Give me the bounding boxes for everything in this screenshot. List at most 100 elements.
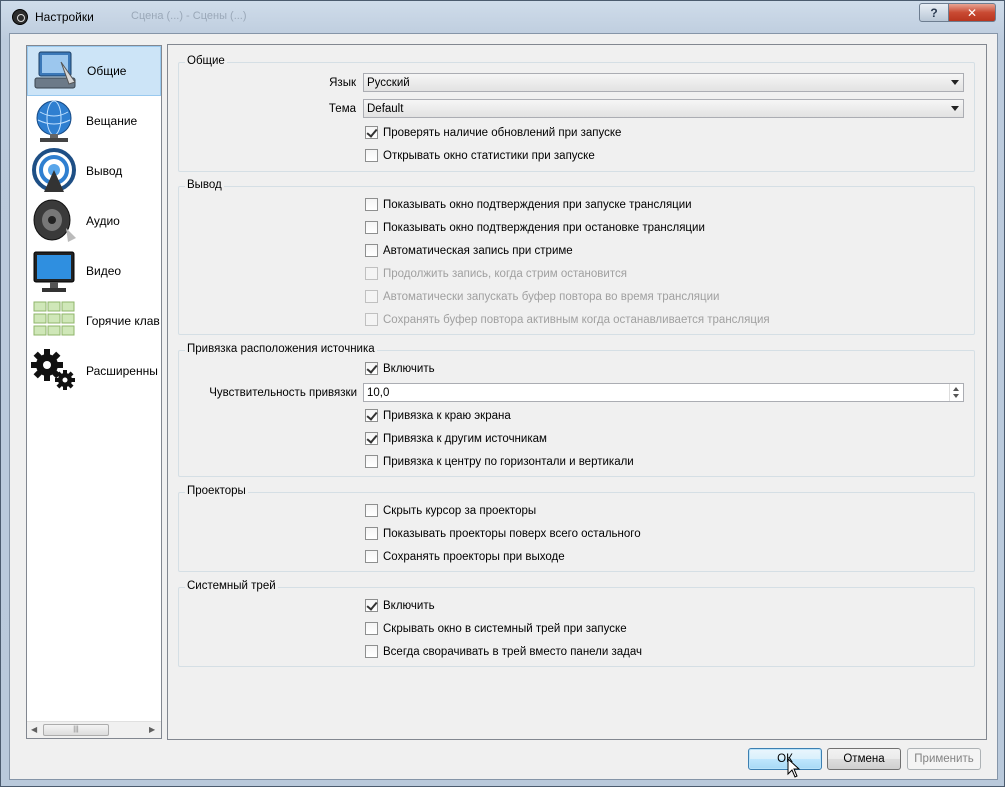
checkbox-box <box>365 267 378 280</box>
checkbox-box[interactable] <box>365 455 378 468</box>
sidebar-item-audio[interactable]: Аудио <box>27 196 161 246</box>
checkbox-box[interactable] <box>365 622 378 635</box>
output-keep-recording-checkbox: Продолжить запись, когда стрим остановит… <box>365 267 627 280</box>
checkbox-label: Привязка к другим источникам <box>383 432 547 445</box>
checkbox-box[interactable] <box>365 527 378 540</box>
checkbox-box[interactable] <box>365 432 378 445</box>
group-title: Системный трей <box>185 580 278 592</box>
language-dropdown[interactable]: Русский <box>363 73 964 92</box>
help-button[interactable]: ? <box>919 3 949 22</box>
cancel-button[interactable]: Отмена <box>827 748 901 770</box>
sidebar-item-advanced[interactable]: Расширенны <box>27 346 161 396</box>
checkbox-box[interactable] <box>365 504 378 517</box>
projectors-group: Проекторы Скрыть курсор за проекторы Пок… <box>178 485 975 572</box>
output-confirm-stop-checkbox[interactable]: Показывать окно подтверждения при остано… <box>365 221 705 234</box>
checkbox-box[interactable] <box>365 550 378 563</box>
sidebar-item-hotkeys[interactable]: Горячие клав <box>27 296 161 346</box>
checkbox-box[interactable] <box>365 409 378 422</box>
output-antenna-icon <box>30 148 80 194</box>
apply-button: Применить <box>907 748 981 770</box>
sidebar-item-output[interactable]: Вывод <box>27 146 161 196</box>
scrollbar-thumb[interactable]: ||| <box>43 724 109 736</box>
sidebar-item-general[interactable]: Общие <box>27 46 161 96</box>
checkbox-box <box>365 313 378 326</box>
projector-always-on-top-checkbox[interactable]: Показывать проекторы поверх всего осталь… <box>365 527 641 540</box>
scroll-left-arrow-icon[interactable]: ◀ <box>31 725 37 734</box>
checkbox-box[interactable] <box>365 221 378 234</box>
mouse-cursor-icon <box>787 758 801 778</box>
projector-save-on-exit-checkbox[interactable]: Сохранять проекторы при выходе <box>365 550 565 563</box>
monitor-icon <box>30 248 80 294</box>
checkbox-label: Скрыть курсор за проекторы <box>383 504 537 517</box>
general-settings-icon <box>31 48 81 94</box>
chevron-down-icon <box>951 106 959 111</box>
title-bar[interactable]: Настройки Сцена (...) - Сцены (...) ? ✕ <box>1 1 1004 33</box>
speaker-icon <box>30 198 80 244</box>
gears-icon <box>30 348 80 394</box>
checkbox-box[interactable] <box>365 149 378 162</box>
output-auto-record-checkbox[interactable]: Автоматическая запись при стриме <box>365 244 573 257</box>
spin-up-icon[interactable] <box>953 387 959 391</box>
projector-hide-cursor-checkbox[interactable]: Скрыть курсор за проекторы <box>365 504 536 517</box>
checkbox-label: Всегда сворачивать в трей вместо панели … <box>383 645 643 658</box>
ok-button[interactable]: ОК <box>748 748 822 770</box>
sidebar-horizontal-scrollbar[interactable]: ◀ ||| ▶ <box>27 721 161 738</box>
theme-dropdown[interactable]: Default <box>363 99 964 118</box>
snap-sensitivity-value: 10,0 <box>367 386 390 399</box>
sidebar-item-label: Общие <box>87 64 127 78</box>
close-button[interactable]: ✕ <box>948 3 996 22</box>
checkbox-box[interactable] <box>365 362 378 375</box>
checkbox-label: Показывать окно подтверждения при остано… <box>383 221 705 234</box>
window-title: Настройки <box>35 10 94 24</box>
group-title: Общие <box>185 55 227 67</box>
sidebar-item-label: Горячие клав <box>86 314 160 328</box>
checkbox-label: Привязка к центру по горизонтали и верти… <box>383 455 634 468</box>
tray-always-minimize-checkbox[interactable]: Всегда сворачивать в трей вместо панели … <box>365 645 642 658</box>
snap-screen-edge-checkbox[interactable]: Привязка к краю экрана <box>365 409 511 422</box>
spin-down-icon[interactable] <box>953 394 959 398</box>
group-title: Вывод <box>185 179 224 191</box>
settings-panel: Общие Язык Русский Тема Default Проверят… <box>167 44 987 740</box>
checkbox-box[interactable] <box>365 645 378 658</box>
scroll-right-arrow-icon[interactable]: ▶ <box>149 725 155 734</box>
background-window-title: Сцена (...) - Сцены (...) <box>131 10 247 22</box>
checkbox-label: Показывать окно подтверждения при запуск… <box>383 198 692 211</box>
checkbox-label: Автоматически запускать буфер повтора во… <box>383 290 720 303</box>
settings-category-list[interactable]: Общие Вещание Вывод Аудио Видео Горячие … <box>26 45 162 739</box>
output-confirm-start-checkbox[interactable]: Показывать окно подтверждения при запуск… <box>365 198 692 211</box>
open-stats-checkbox[interactable]: Открывать окно статистики при запуске <box>365 149 595 162</box>
checkbox-box <box>365 290 378 303</box>
checkbox-box[interactable] <box>365 599 378 612</box>
chevron-down-icon <box>951 80 959 85</box>
checkbox-label: Проверять наличие обновлений при запуске <box>383 126 622 139</box>
checkbox-label: Включить <box>383 599 435 612</box>
obs-logo-icon <box>12 9 28 25</box>
checkbox-box[interactable] <box>365 126 378 139</box>
snap-sensitivity-label: Чувствительность привязки <box>209 387 357 399</box>
checkbox-box[interactable] <box>365 244 378 257</box>
tray-enable-checkbox[interactable]: Включить <box>365 599 435 612</box>
checkbox-label: Продолжить запись, когда стрим остановит… <box>383 267 627 280</box>
group-title: Проекторы <box>185 485 248 497</box>
checkbox-box[interactable] <box>365 198 378 211</box>
sidebar-item-label: Вывод <box>86 164 123 178</box>
sidebar-item-broadcast[interactable]: Вещание <box>27 96 161 146</box>
output-group: Вывод Показывать окно подтверждения при … <box>178 179 975 335</box>
system-tray-group: Системный трей Включить Скрывать окно в … <box>178 580 975 667</box>
snap-center-checkbox[interactable]: Привязка к центру по горизонтали и верти… <box>365 455 634 468</box>
sidebar-item-label: Расширенны <box>86 364 158 378</box>
general-group: Общие Язык Русский Тема Default Проверят… <box>178 55 975 172</box>
hotkeys-icon <box>30 298 80 344</box>
snapping-enable-checkbox[interactable]: Включить <box>365 362 435 375</box>
snap-sensitivity-spinbox[interactable]: 10,0 <box>363 383 964 402</box>
snap-other-sources-checkbox[interactable]: Привязка к другим источникам <box>365 432 547 445</box>
language-label: Язык <box>329 77 356 89</box>
checkbox-label: Автоматическая запись при стриме <box>383 244 573 257</box>
spin-buttons[interactable] <box>949 384 963 401</box>
tray-minimize-on-start-checkbox[interactable]: Скрывать окно в системный трей при запус… <box>365 622 627 635</box>
language-value: Русский <box>367 76 410 89</box>
dialog-client-area: Общие Вещание Вывод Аудио Видео Горячие … <box>9 33 998 780</box>
theme-label: Тема <box>328 103 356 115</box>
sidebar-item-video[interactable]: Видео <box>27 246 161 296</box>
check-updates-checkbox[interactable]: Проверять наличие обновлений при запуске <box>365 126 621 139</box>
